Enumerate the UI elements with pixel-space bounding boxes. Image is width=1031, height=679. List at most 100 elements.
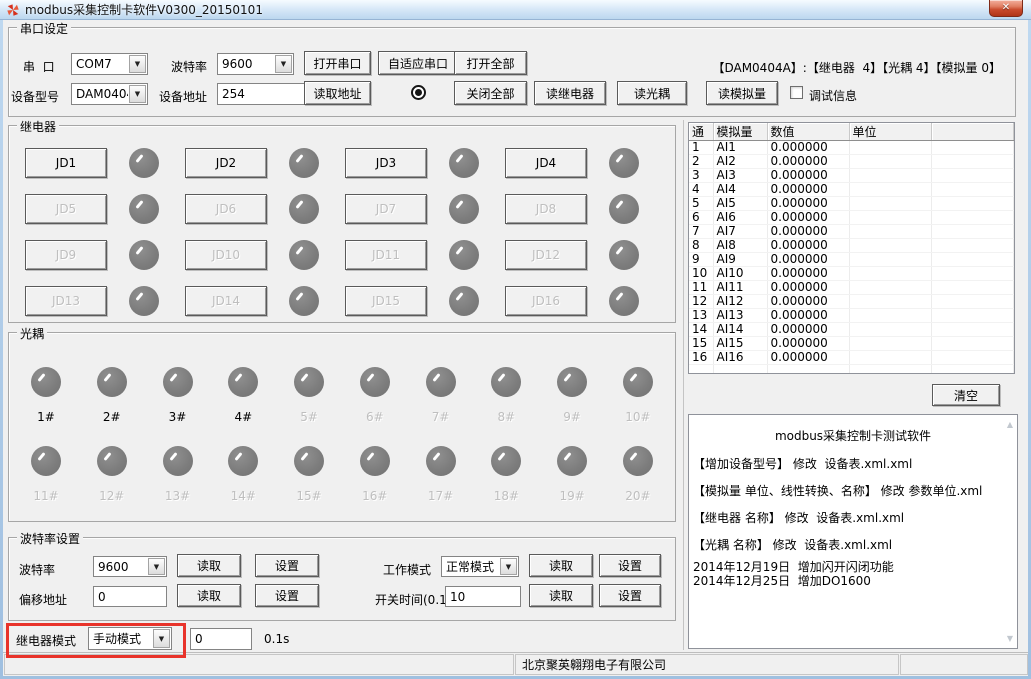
analog-table-row[interactable]: 10AI100.000000 <box>689 267 1014 281</box>
relay-button-jd4[interactable]: JD4 <box>505 148 587 178</box>
opto-led-indicator <box>360 367 390 397</box>
analog-table-header[interactable]: 通 <box>689 123 713 141</box>
read-opto-button[interactable]: 读光耦 <box>617 81 687 105</box>
close-button[interactable]: ✕ <box>989 0 1023 17</box>
chevron-down-icon[interactable]: ▼ <box>153 629 170 648</box>
opto-channel-label: 7# <box>432 410 450 424</box>
workmode-select[interactable]: 正常模式 ▼ <box>441 556 519 577</box>
relay-led-indicator <box>449 240 479 270</box>
workmode-read-button[interactable]: 读取 <box>529 554 593 577</box>
relay-led-indicator <box>129 240 159 270</box>
baud-set-button[interactable]: 设置 <box>255 554 319 577</box>
baud-read-button[interactable]: 读取 <box>177 554 241 577</box>
relay-button-jd6[interactable]: JD6 <box>185 194 267 224</box>
serial-settings-group: 串口设定 串 口 COM7 ▼ 波特率 9600 ▼ 打开串口 自适应串口 打开… <box>8 27 1016 117</box>
baud-value: 9600 <box>94 560 147 574</box>
analog-table-row[interactable]: 5AI50.000000 <box>689 197 1014 211</box>
status-panel-company: 北京聚英翱翔电子有限公司 <box>515 654 899 675</box>
relay-button-jd3[interactable]: JD3 <box>345 148 427 178</box>
relay-button-jd13[interactable]: JD13 <box>25 286 107 316</box>
analog-table-row[interactable]: 6AI60.000000 <box>689 211 1014 225</box>
relay-button-jd1[interactable]: JD1 <box>25 148 107 178</box>
opto-led-indicator <box>557 367 587 397</box>
offset-set-button[interactable]: 设置 <box>255 584 319 607</box>
analog-table-row[interactable]: 4AI40.000000 <box>689 183 1014 197</box>
opto-channel-label: 2# <box>103 410 121 424</box>
chevron-down-icon[interactable]: ▼ <box>129 55 146 73</box>
relay-mode-time-unit: 0.1s <box>264 632 289 646</box>
analog-table-row[interactable]: 7AI70.000000 <box>689 225 1014 239</box>
opto-channel-label: 5# <box>300 410 318 424</box>
analog-table-header[interactable]: 模拟量 <box>713 123 767 141</box>
offset-address-input[interactable] <box>93 586 167 607</box>
open-serial-button[interactable]: 打开串口 <box>304 51 371 75</box>
chevron-down-icon[interactable]: ▼ <box>148 558 165 575</box>
relay-button-jd2[interactable]: JD2 <box>185 148 267 178</box>
opto-led-indicator <box>228 367 258 397</box>
auto-adapt-serial-button[interactable]: 自适应串口 <box>378 51 458 75</box>
relay-mode-select[interactable]: 手动模式 ▼ <box>88 627 172 650</box>
device-address-input[interactable] <box>217 83 317 105</box>
chevron-down-icon[interactable]: ▼ <box>500 558 517 575</box>
analog-table-row[interactable]: 2AI20.000000 <box>689 155 1014 169</box>
opto-channel-label: 19# <box>559 489 584 503</box>
close-all-button[interactable]: 关闭全部 <box>454 81 527 105</box>
relay-cell: JD12 <box>505 232 665 278</box>
read-analog-button[interactable]: 读模拟量 <box>706 81 778 105</box>
analog-table-row[interactable]: 13AI130.000000 <box>689 309 1014 323</box>
relay-cell: JD15 <box>345 278 505 324</box>
relay-mode-time-input[interactable] <box>190 628 252 650</box>
app-icon <box>6 3 20 17</box>
analog-table-row[interactable]: 1AI10.000000 <box>689 141 1014 155</box>
relay-grid: JD1 JD2 JD3 JD4 JD5 JD6 JD7 JD8 JD9 JD10 JD11 JD12 J… <box>25 140 665 314</box>
analog-table-row[interactable]: 11AI110.000000 <box>689 281 1014 295</box>
analog-table-row[interactable]: 9AI90.000000 <box>689 253 1014 267</box>
scroll-down-icon[interactable]: ▼ <box>1007 634 1013 643</box>
analog-table-row[interactable]: 12AI120.000000 <box>689 295 1014 309</box>
device-model-select[interactable]: DAM0404A ▼ <box>71 83 148 105</box>
baud-settings-group-label: 波特率设置 <box>17 530 83 547</box>
info-title: modbus采集控制卡测试软件 <box>689 427 1017 444</box>
analog-table-header[interactable]: 数值 <box>767 123 849 141</box>
relay-button-jd5[interactable]: JD5 <box>25 194 107 224</box>
scroll-up-icon[interactable]: ▲ <box>1007 420 1013 429</box>
workmode-set-button[interactable]: 设置 <box>599 554 661 577</box>
opto-led-indicator <box>426 367 456 397</box>
relay-button-jd10[interactable]: JD10 <box>185 240 267 270</box>
relay-button-jd11[interactable]: JD11 <box>345 240 427 270</box>
opto-channel: 9# <box>547 367 597 424</box>
opto-led-indicator <box>623 446 653 476</box>
opto-channel-label: 9# <box>563 410 581 424</box>
open-all-button[interactable]: 打开全部 <box>454 51 527 75</box>
analog-table-header-row: 通模拟量数值单位 <box>689 123 1014 141</box>
switch-time-input[interactable] <box>445 586 521 607</box>
title-bar[interactable]: modbus采集控制卡软件V0300_20150101 <box>0 0 1031 20</box>
baudrate-select[interactable]: 9600 ▼ <box>217 53 294 75</box>
baud-select[interactable]: 9600 ▼ <box>93 556 167 577</box>
relay-button-jd16[interactable]: JD16 <box>505 286 587 316</box>
chevron-down-icon[interactable]: ▼ <box>275 55 292 73</box>
analog-table-row[interactable]: 3AI30.000000 <box>689 169 1014 183</box>
read-address-button[interactable]: 读取地址 <box>304 81 371 105</box>
relay-button-jd9[interactable]: JD9 <box>25 240 107 270</box>
switch-time-read-button[interactable]: 读取 <box>529 584 593 607</box>
opto-channel-label: 15# <box>296 489 321 503</box>
relay-button-jd7[interactable]: JD7 <box>345 194 427 224</box>
analog-table-row[interactable]: 14AI140.000000 <box>689 323 1014 337</box>
serial-port-select[interactable]: COM7 ▼ <box>71 53 148 75</box>
analog-table-row[interactable]: 8AI80.000000 <box>689 239 1014 253</box>
analog-table-row[interactable]: 16AI160.000000 <box>689 351 1014 365</box>
relay-button-jd14[interactable]: JD14 <box>185 286 267 316</box>
relay-button-jd15[interactable]: JD15 <box>345 286 427 316</box>
offset-read-button[interactable]: 读取 <box>177 584 241 607</box>
chevron-down-icon[interactable]: ▼ <box>129 85 146 103</box>
analog-table-header[interactable] <box>931 123 1014 141</box>
relay-button-jd12[interactable]: JD12 <box>505 240 587 270</box>
analog-table-header[interactable]: 单位 <box>849 123 931 141</box>
relay-button-jd8[interactable]: JD8 <box>505 194 587 224</box>
analog-table-row[interactable]: 15AI150.000000 <box>689 337 1014 351</box>
switch-time-set-button[interactable]: 设置 <box>599 584 661 607</box>
clear-button[interactable]: 清空 <box>932 384 1000 406</box>
read-relay-button[interactable]: 读继电器 <box>534 81 606 105</box>
debug-info-checkbox[interactable] <box>790 86 803 99</box>
